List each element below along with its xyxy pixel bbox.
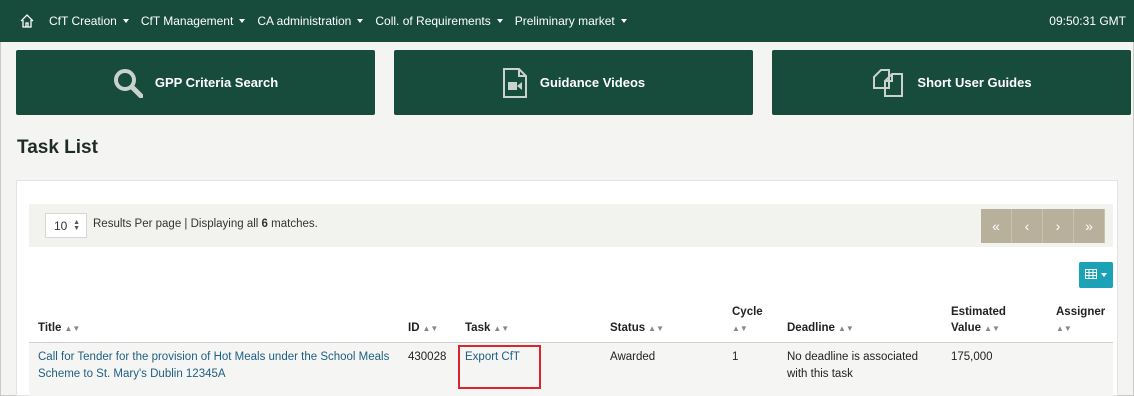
- first-page-button[interactable]: «: [981, 209, 1012, 243]
- header-estimated-value[interactable]: Estimated Value ▲▼: [951, 304, 1006, 337]
- sort-icon: ▲▼: [837, 324, 854, 333]
- header-title[interactable]: Title ▲▼: [38, 320, 80, 337]
- caret-down-icon: [1101, 273, 1107, 277]
- sort-icon: ▲▼: [493, 324, 510, 333]
- last-page-button[interactable]: »: [1074, 209, 1105, 243]
- header-cycle[interactable]: Cycle ▲▼: [732, 304, 763, 337]
- nav-cft-management[interactable]: CfT Management: [141, 14, 246, 28]
- caret-down-icon: [122, 19, 129, 23]
- table-toolbar: 10 ▲ ▼ Results Per page | Displaying all …: [29, 204, 1113, 247]
- header-deadline[interactable]: Deadline ▲▼: [787, 320, 854, 337]
- prev-page-button[interactable]: ‹: [1012, 209, 1043, 243]
- short-user-guides-tile[interactable]: Short User Guides: [772, 50, 1131, 115]
- caret-down-icon: [496, 19, 503, 23]
- caret-down-icon: [239, 19, 246, 23]
- header-status[interactable]: Status ▲▼: [610, 320, 664, 337]
- sort-icon: ▲▼: [64, 324, 81, 333]
- sort-icon: ▲▼: [422, 324, 439, 333]
- spinner-arrows-icon: ▲ ▼: [73, 218, 80, 232]
- home-icon[interactable]: [19, 12, 37, 30]
- gpp-criteria-search-tile[interactable]: GPP Criteria Search: [16, 50, 375, 115]
- sort-icon: ▲▼: [732, 324, 748, 333]
- nav-ca-administration[interactable]: CA administration: [257, 14, 364, 28]
- documents-icon: [871, 68, 905, 98]
- pagination: « ‹ › »: [981, 209, 1105, 243]
- task-estimated-value: 175,000: [951, 351, 993, 363]
- caret-down-icon: [357, 19, 364, 23]
- results-summary: Results Per page | Displaying all 6 matc…: [93, 218, 318, 230]
- task-cycle: 1: [732, 351, 739, 363]
- task-title-link[interactable]: Call for Tender for the provision of Hot…: [38, 349, 389, 383]
- table-grid-icon: [1085, 268, 1097, 282]
- highlight-box: [458, 345, 541, 389]
- header-task[interactable]: Task ▲▼: [465, 320, 509, 337]
- nav-preliminary-market[interactable]: Preliminary market: [515, 14, 627, 28]
- guidance-videos-tile[interactable]: Guidance Videos: [394, 50, 753, 115]
- task-status: Awarded: [610, 351, 656, 363]
- header-id[interactable]: ID ▲▼: [408, 320, 438, 337]
- next-page-button[interactable]: ›: [1043, 209, 1074, 243]
- quick-links: GPP Criteria Search Guidance Videos Shor…: [16, 50, 1134, 115]
- sort-icon: ▲▼: [648, 324, 664, 333]
- clock: 09:50:31 GMT: [1049, 14, 1126, 28]
- header-assigner[interactable]: Assigner ▲▼: [1056, 304, 1105, 337]
- search-icon: [113, 68, 143, 98]
- per-page-select[interactable]: 10 ▲ ▼: [45, 213, 87, 238]
- page-title: Task List: [17, 137, 98, 158]
- nav-cft-creation[interactable]: CfT Creation: [49, 14, 129, 28]
- top-nav: CfT Creation CfT Management CA administr…: [0, 0, 1134, 42]
- column-chooser-button[interactable]: [1079, 262, 1113, 288]
- task-id: 430028: [408, 351, 447, 363]
- caret-down-icon: [620, 19, 627, 23]
- task-deadline: No deadline is associated with this task: [787, 351, 919, 380]
- sort-icon: ▲▼: [1056, 324, 1072, 333]
- sort-icon: ▲▼: [984, 324, 1000, 333]
- video-file-icon: [502, 67, 528, 99]
- nav-coll-requirements[interactable]: Coll. of Requirements: [375, 14, 503, 28]
